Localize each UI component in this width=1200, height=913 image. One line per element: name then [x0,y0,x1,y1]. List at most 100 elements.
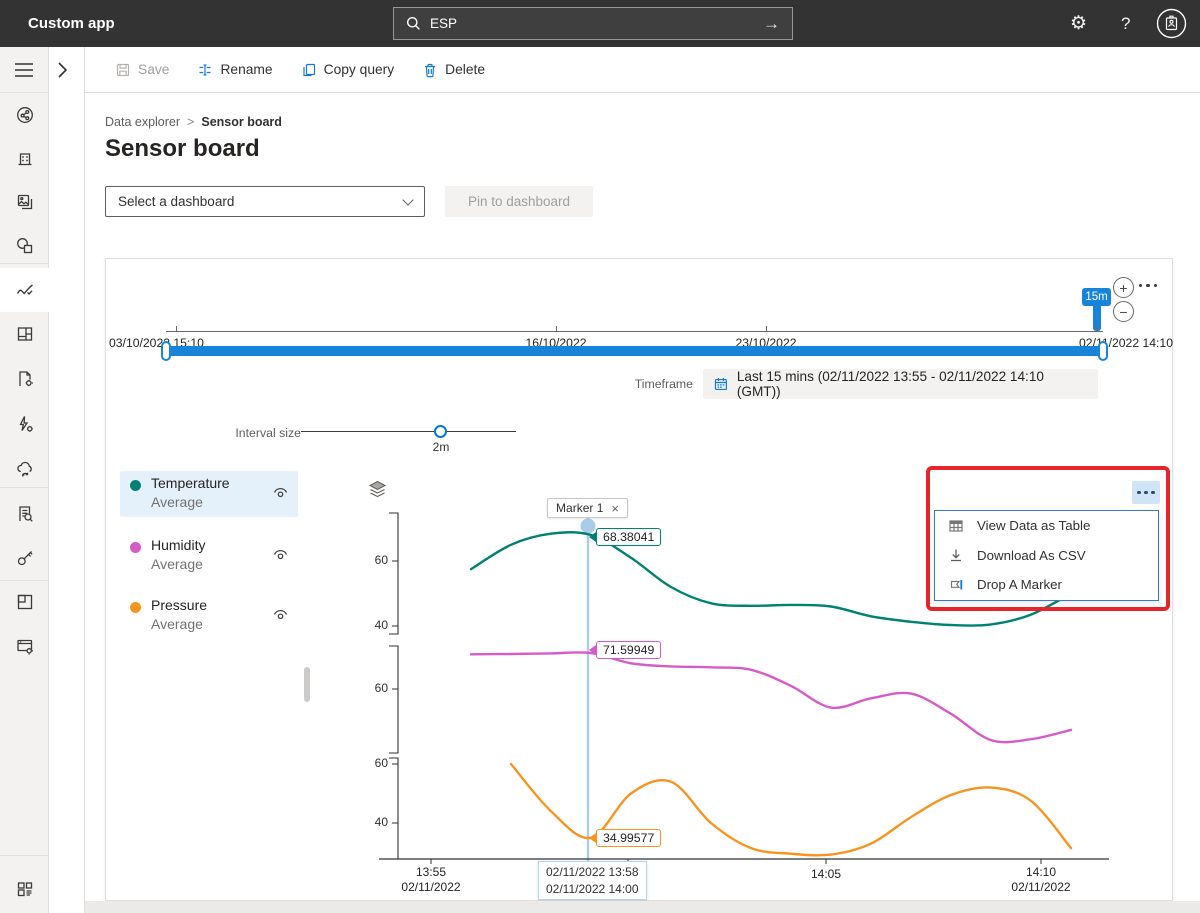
visibility-icon[interactable] [272,607,289,622]
sidebar-item-data-explorer[interactable] [0,268,49,312]
sidebar-item-devices[interactable] [0,136,49,180]
series-aggregation: Average [151,556,203,572]
series-aggregation: Average [151,616,203,632]
availability-tick [176,326,177,331]
visibility-icon[interactable] [272,485,289,500]
breadcrumb-separator: > [187,115,194,129]
sidebar-item-rules[interactable] [0,402,49,446]
expand-chevron-button[interactable] [57,61,68,79]
lightning-gear-icon [15,414,35,434]
plus-icon: + [1119,280,1127,296]
sidebar-item-jobs[interactable] [0,357,49,401]
annotation-highlight-box [926,466,1170,611]
key-icon [15,548,35,568]
marker-value-pressure: 34.99577 [589,829,661,847]
search-submit-icon[interactable]: → [763,14,780,34]
interval-slider-handle[interactable] [434,425,447,438]
y-tick-label: 40 [360,618,388,632]
save-icon [115,62,131,78]
marker-label-box[interactable]: Marker 1 × [547,498,628,518]
sidebar-item-audit-logs[interactable] [0,492,49,536]
account-button[interactable] [1156,8,1187,39]
delete-icon [422,62,438,78]
topbar: Custom app ESP → ⚙ ? [0,0,1200,47]
series-color-dot [130,480,141,491]
rename-button[interactable]: Rename [197,62,272,78]
legend-scrollbar[interactable] [304,667,310,702]
sidebar-item-device-templates[interactable] [0,224,49,268]
sidebar-nav [0,47,49,913]
menu-icon[interactable] [14,62,34,78]
interval-label: Interval size [206,426,301,440]
availability-zoom-out-button[interactable]: − [1113,301,1134,322]
copy-query-button[interactable]: Copy query [301,62,395,78]
availability-range-badge[interactable]: 15m [1082,288,1111,306]
legend-item-humidity[interactable]: Humidity Average [120,533,298,579]
delete-button[interactable]: Delete [422,62,485,78]
breadcrumb-parent[interactable]: Data explorer [105,115,180,129]
dashboard-select-value: Select a dashboard [118,194,234,209]
chip-arrow [589,833,596,843]
window-gear-icon [15,636,35,656]
availability-slider-handle-left[interactable] [161,341,171,361]
swimlanes-icon[interactable] [367,480,388,499]
dashboard-icon [15,324,35,344]
chip-value: 68.38041 [596,528,661,546]
save-button[interactable]: Save [115,62,169,78]
legend-item-pressure[interactable]: Pressure Average [120,593,298,639]
sidebar-item-application[interactable] [0,624,49,668]
search-input[interactable]: ESP → [393,7,793,40]
grid-list-icon [15,879,35,899]
save-label: Save [138,62,169,77]
visibility-icon[interactable] [272,547,289,562]
sidebar-item-overview[interactable] [0,93,49,137]
pin-label: Pin to dashboard [468,194,570,209]
marker-label: Marker 1 [556,501,603,515]
pin-to-dashboard-button[interactable]: Pin to dashboard [445,186,593,217]
availability-zoom-in-button[interactable]: + [1113,277,1134,298]
search-icon [406,16,421,31]
availability-more-icon[interactable] [1139,284,1157,287]
timeframe-button[interactable]: Last 15 mins (02/11/2022 13:55 - 02/11/2… [703,369,1098,399]
chip-arrow [589,645,596,655]
sidebar-item-device-groups[interactable] [0,180,49,224]
sidebar-item-dashboards[interactable] [0,312,49,356]
minus-icon: − [1119,304,1127,320]
bottom-strip [85,901,1200,913]
delete-label: Delete [445,62,485,77]
availability-tick [1097,326,1098,331]
series-name: Pressure [151,597,207,613]
sidebar-item-permissions[interactable] [0,536,49,580]
sidebar-item-edge-manifests[interactable] [0,580,49,624]
line-chart-icon [15,280,35,300]
legend-item-temperature[interactable]: Temperature Average [120,471,298,517]
availability-axis [166,331,1103,332]
series-aggregation: Average [151,494,203,510]
overview-icon [15,105,35,125]
availability-slider-track[interactable] [166,346,1103,356]
interval-slider-track[interactable] [301,431,516,432]
dashboard-select[interactable]: Select a dashboard [105,186,425,217]
chip-value: 34.99577 [596,829,661,847]
marker-value-humidity: 71.59949 [589,641,661,659]
copy-query-label: Copy query [324,62,395,77]
settings-gear-icon[interactable]: ⚙ [1070,12,1087,35]
availability-tick [766,326,767,331]
sidebar-expander [49,47,85,913]
marker-close-icon[interactable]: × [611,501,619,516]
query-card: + − 15m 03/10/2022 15:10 16/10/2022 23/1… [105,258,1173,901]
globe-package-icon [15,236,35,256]
y-tick-label: 60 [360,553,388,567]
marker-timestamp-tooltip: 02/11/2022 13:58 02/11/2022 14:00 [538,861,647,900]
copy-icon [301,62,317,78]
page-gear-icon [15,369,35,389]
chip-value: 71.59949 [596,641,661,659]
chip-arrow [589,532,596,542]
help-icon[interactable]: ? [1121,14,1130,34]
sidebar-item-data-export[interactable] [0,447,49,491]
organization-icon [15,148,35,168]
badge-icon [1156,8,1187,39]
availability-slider-handle-right[interactable] [1098,341,1108,361]
y-tick-label: 60 [360,756,388,770]
sidebar-item-app-launcher[interactable] [0,867,49,911]
